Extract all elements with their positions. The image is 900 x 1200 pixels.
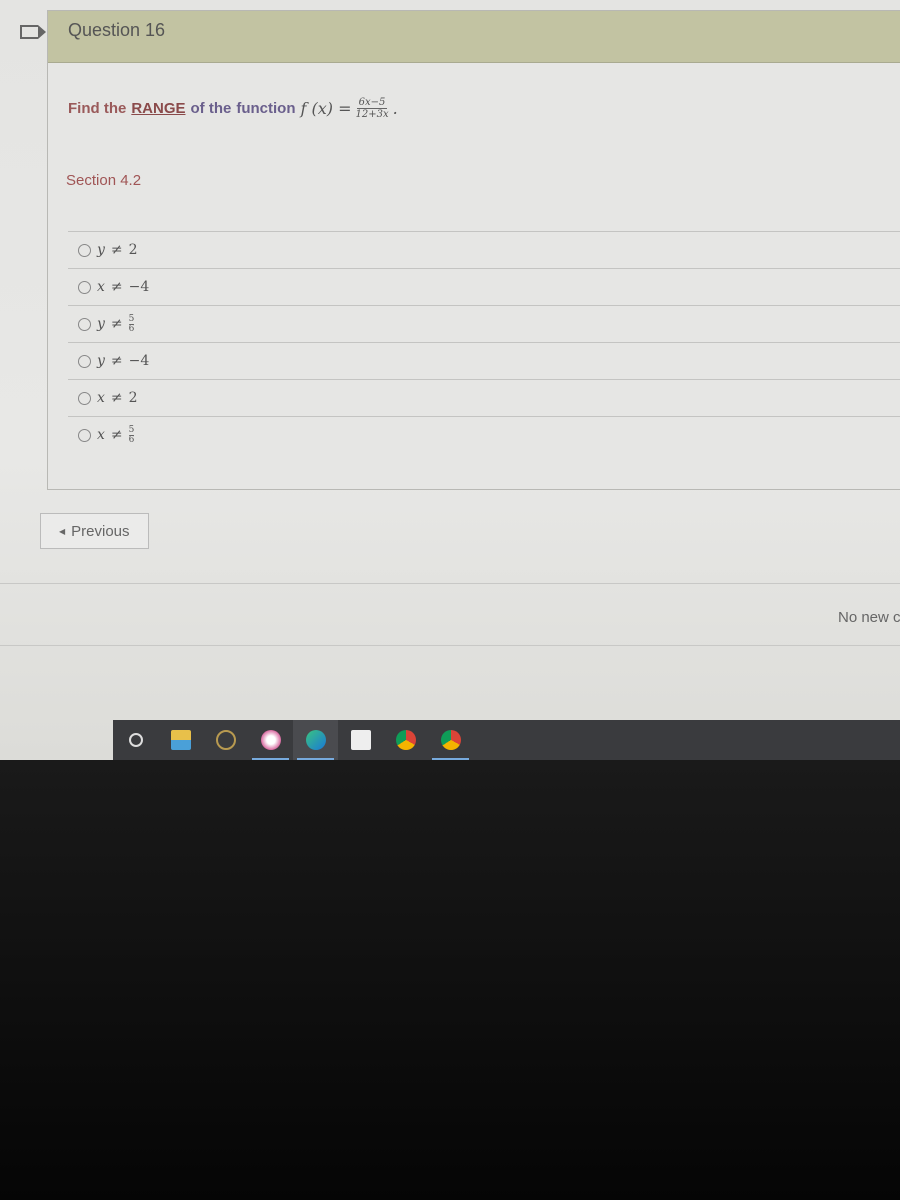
option-var: x xyxy=(97,390,105,406)
function-expression: f (x) = 6x−5 12+3x . xyxy=(300,97,397,120)
option-value: 2 xyxy=(128,242,138,258)
option-x-ne-2[interactable]: x ≠ 2 xyxy=(68,379,900,416)
option-num: 5 xyxy=(128,424,135,436)
league-of-legends-icon[interactable] xyxy=(203,720,248,760)
option-rel: ≠ xyxy=(110,427,123,443)
option-var: x xyxy=(97,427,105,443)
fraction: 6x−5 12+3x xyxy=(356,97,389,120)
option-y-ne-2[interactable]: y ≠ 2 xyxy=(68,231,900,268)
option-var: x xyxy=(97,279,105,295)
previous-button[interactable]: ◀ Previous xyxy=(40,513,149,549)
option-value: −4 xyxy=(128,279,150,295)
prompt-text: of the xyxy=(190,100,232,117)
function-lhs: f (x) = xyxy=(300,99,352,118)
edge-icon[interactable] xyxy=(293,720,338,760)
caret-left-icon: ◀ xyxy=(59,526,66,536)
option-rel: ≠ xyxy=(110,316,123,332)
chrome-profile-icon[interactable] xyxy=(428,720,473,760)
chrome-icon[interactable] xyxy=(383,720,428,760)
question-prompt: Find the RANGE of the function f (x) = 6… xyxy=(68,97,398,120)
itunes-icon[interactable] xyxy=(248,720,293,760)
prompt-text: Find the xyxy=(68,100,127,117)
prompt-range: RANGE xyxy=(131,100,186,117)
option-fraction: 56 xyxy=(128,313,135,334)
period: . xyxy=(392,99,398,118)
notifications-text: No new c xyxy=(838,609,900,626)
prompt-text: function xyxy=(236,100,296,117)
radio-button[interactable] xyxy=(78,317,91,331)
option-x-ne-5-6[interactable]: x ≠ 5 6 xyxy=(68,416,900,453)
option-x-ne-neg4[interactable]: x ≠ −4 xyxy=(68,268,900,305)
section-label: Section 4.2 xyxy=(66,172,142,189)
option-var: y xyxy=(97,242,105,258)
radio-button[interactable] xyxy=(78,243,91,257)
option-value: −4 xyxy=(128,353,150,369)
screen: Question 16 Find the RANGE of the functi… xyxy=(0,0,900,760)
option-y-ne-neg4[interactable]: y ≠ −4 xyxy=(68,342,900,379)
option-rel: ≠ xyxy=(110,390,123,406)
option-var: y xyxy=(97,316,105,332)
option-rel: ≠ xyxy=(110,242,123,258)
radio-button[interactable] xyxy=(78,428,91,442)
question-title: Question 16 xyxy=(48,11,900,63)
previous-label: Previous xyxy=(71,522,130,540)
option-fraction: 56 xyxy=(128,424,135,445)
option-rel: ≠ xyxy=(110,353,123,369)
radio-button[interactable] xyxy=(78,391,91,405)
option-den: 6 xyxy=(128,323,135,334)
dark-bezel xyxy=(0,760,900,1200)
divider xyxy=(0,583,900,584)
divider xyxy=(0,645,900,646)
question-panel: Question 16 Find the RANGE of the functi… xyxy=(47,10,900,490)
search-circle-icon[interactable] xyxy=(113,720,158,760)
file-explorer-icon[interactable] xyxy=(158,720,203,760)
option-y-ne-5-6[interactable]: y ≠ 5 6 xyxy=(68,305,900,342)
microsoft-store-icon[interactable] xyxy=(338,720,383,760)
option-rel: ≠ xyxy=(110,279,123,295)
option-den: 6 xyxy=(128,434,135,445)
taskbar xyxy=(113,720,900,760)
option-var: y xyxy=(97,353,105,369)
radio-button[interactable] xyxy=(78,280,91,294)
option-num: 5 xyxy=(128,313,135,325)
option-value: 2 xyxy=(128,390,138,406)
numerator: 6x−5 xyxy=(356,97,388,109)
denominator: 12+3x xyxy=(355,109,389,120)
bookmark-flag-icon[interactable] xyxy=(20,25,46,39)
radio-button[interactable] xyxy=(78,354,91,368)
answer-options: y ≠ 2 x ≠ −4 y ≠ 5 6 y ≠ −4 x ≠ 2 x ≠ 5 6 xyxy=(68,231,900,453)
